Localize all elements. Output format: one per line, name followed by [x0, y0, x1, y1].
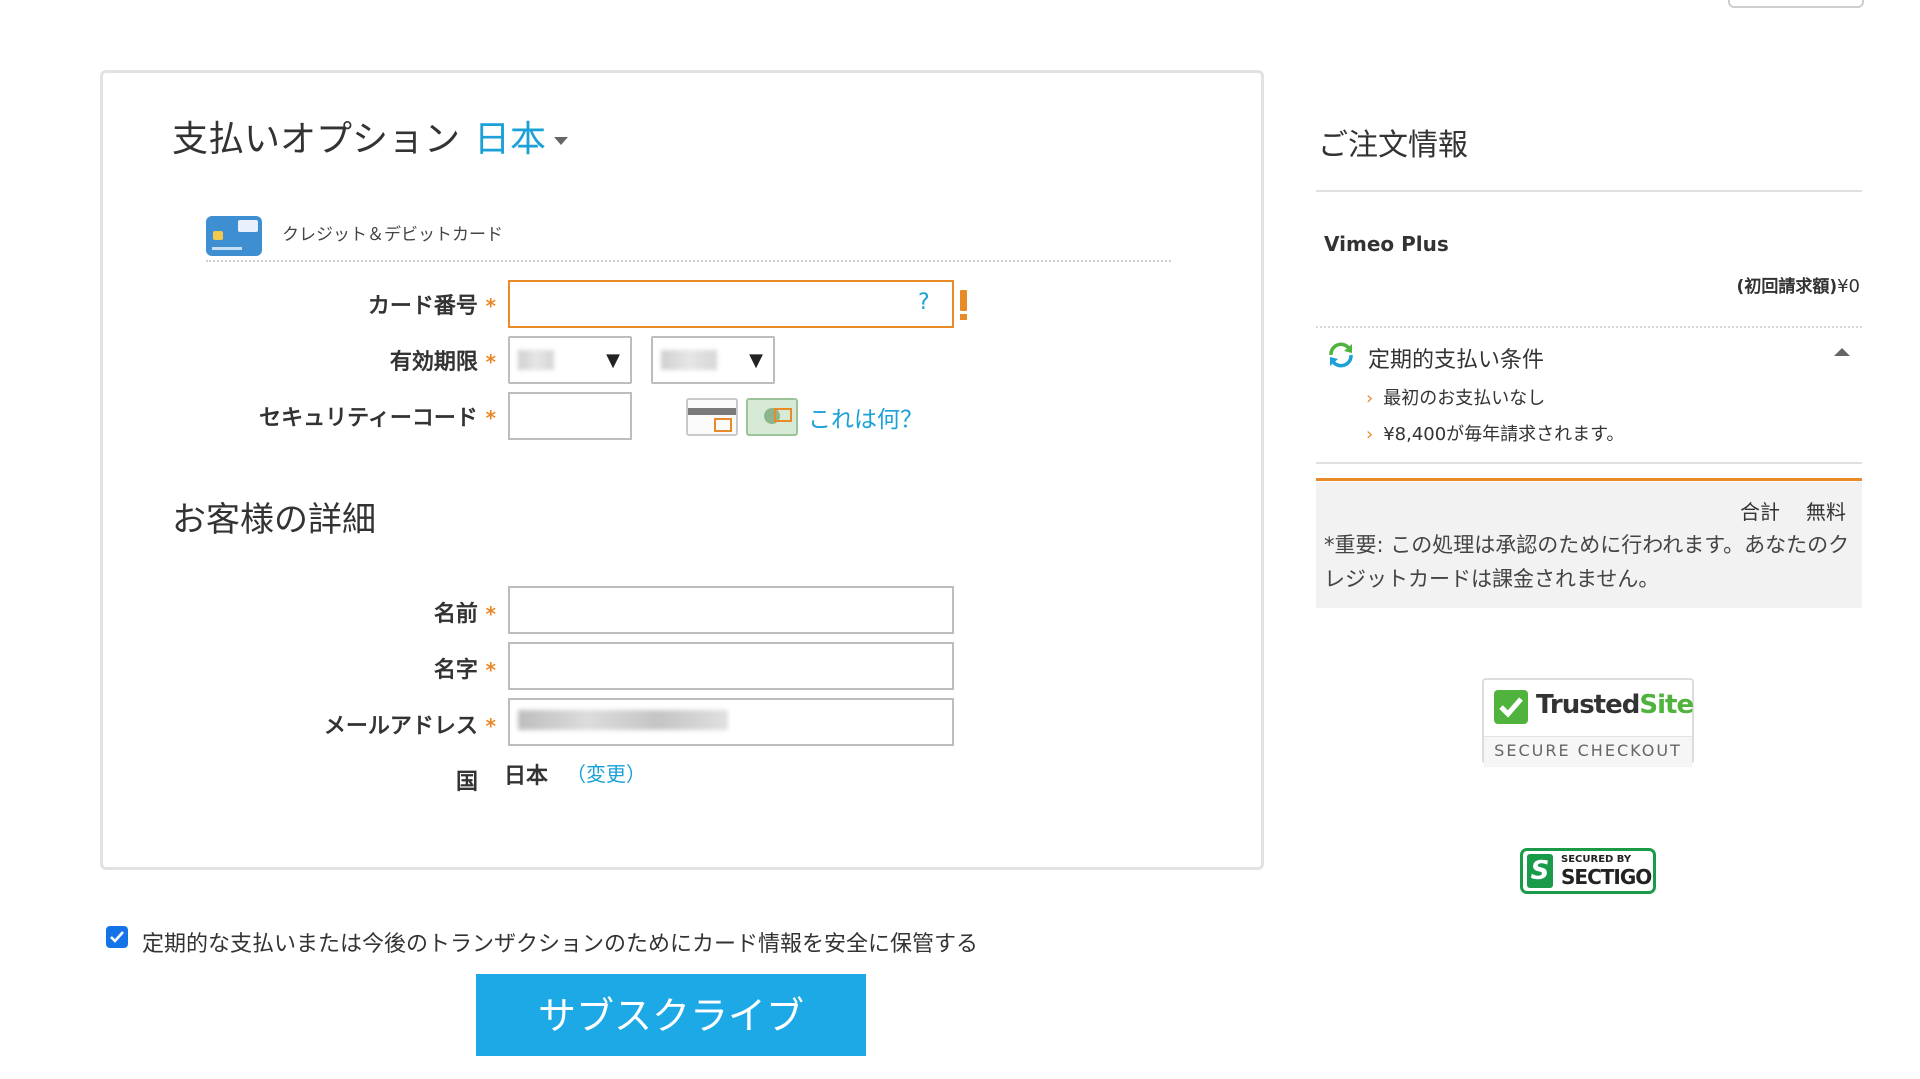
- caret-down-icon[interactable]: [554, 137, 569, 145]
- divider: [206, 260, 1171, 262]
- product-name: Vimeo Plus: [1324, 232, 1449, 256]
- email-label: メールアドレス *: [260, 708, 496, 740]
- expiry-label-text: 有効期限: [389, 350, 478, 375]
- required-mark: *: [485, 406, 496, 430]
- divider: [1316, 326, 1862, 328]
- first-name-label-text: 名前: [433, 602, 478, 627]
- first-charge: (初回請求額)¥0: [1470, 272, 1860, 297]
- subscribe-button[interactable]: サブスクライブ: [476, 974, 866, 1056]
- country-selector[interactable]: 日本: [474, 119, 546, 160]
- last-name-label-text: 名字: [433, 658, 478, 683]
- total-row: 合計 無料: [1740, 496, 1846, 525]
- required-mark: *: [485, 658, 496, 682]
- important-note: *重要: この処理は承認のために行われます。あなたのクレジットカードは課金されま…: [1324, 533, 1850, 591]
- first-name-label: 名前 *: [300, 596, 496, 628]
- email-input[interactable]: [508, 698, 954, 746]
- first-charge-label: (初回請求額): [1736, 277, 1838, 297]
- save-card-checkbox[interactable]: [106, 926, 128, 948]
- expiry-month-select[interactable]: ▼: [508, 336, 632, 384]
- total-value: 無料: [1806, 500, 1846, 524]
- total-label: 合計: [1740, 500, 1780, 524]
- recurring-terms-title[interactable]: 定期的支払い条件: [1368, 342, 1544, 374]
- payment-method-label: クレジット＆デビットカード: [282, 225, 503, 245]
- top-right-button[interactable]: [1728, 0, 1864, 8]
- what-is-this-link[interactable]: これは何？: [808, 400, 923, 434]
- order-title: ご注文情報: [1318, 128, 1468, 163]
- security-code-label: セキュリティーコード *: [230, 400, 496, 432]
- country-value: 日本: [504, 764, 549, 789]
- checkmark-icon: [1494, 690, 1528, 724]
- first-charge-value: ¥0: [1837, 276, 1860, 297]
- required-mark: *: [485, 350, 496, 374]
- chevron-right-icon: ›: [1366, 388, 1374, 409]
- refresh-icon: [1326, 340, 1356, 374]
- trusted-word: Trusted: [1536, 690, 1640, 720]
- last-name-input[interactable]: [508, 642, 954, 690]
- payment-card: [100, 70, 1264, 870]
- recurring-item: › 最初のお支払いなし: [1366, 384, 1545, 410]
- site-word: Site: [1639, 690, 1694, 720]
- security-code-label-text: セキュリティーコード: [259, 406, 478, 431]
- save-card-label: 定期的な支払いまたは今後のトランザクションのためにカード情報を安全に保管する: [142, 932, 979, 957]
- customer-details-title: お客様の詳細: [172, 500, 376, 540]
- card-front-icon: [746, 398, 798, 436]
- sectigo-text: SECTIGO: [1561, 865, 1652, 889]
- last-name-label: 名字 *: [300, 652, 496, 684]
- card-back-icon: [686, 398, 738, 436]
- sectigo-logo-icon: S: [1527, 854, 1553, 888]
- payment-title: 支払いオプション 日本: [172, 110, 569, 162]
- credit-card-icon: [206, 216, 262, 256]
- recurring-item: › ¥8,400が毎年請求されます。: [1366, 420, 1624, 446]
- required-mark: *: [485, 294, 496, 318]
- chevron-down-icon: ▼: [749, 350, 763, 371]
- card-number-input[interactable]: [508, 280, 954, 328]
- secured-by-text: SECURED BY: [1561, 854, 1632, 865]
- chevron-down-icon: ▼: [606, 350, 620, 371]
- divider: [1316, 190, 1862, 192]
- first-name-input[interactable]: [508, 586, 954, 634]
- sectigo-badge[interactable]: S SECURED BY SECTIGO: [1520, 848, 1656, 894]
- expiry-label: 有効期限 *: [300, 344, 496, 376]
- expiry-year-select[interactable]: ▼: [651, 336, 775, 384]
- payment-title-text: 支払いオプション: [172, 119, 461, 160]
- recurring-item-text: ¥8,400が毎年請求されます。: [1383, 424, 1625, 445]
- email-label-text: メールアドレス: [323, 714, 478, 739]
- collapse-icon[interactable]: [1834, 348, 1850, 356]
- trustedsite-badge[interactable]: TrustedSite SECURE CHECKOUT: [1482, 678, 1694, 767]
- secure-checkout-text: SECURE CHECKOUT: [1484, 736, 1692, 767]
- country-label: 国: [455, 770, 478, 795]
- security-code-input[interactable]: [508, 392, 632, 440]
- change-country-link[interactable]: （変更）: [566, 758, 646, 787]
- warning-icon: [958, 290, 968, 320]
- check-icon: [110, 931, 124, 943]
- card-number-label-text: カード番号: [367, 294, 478, 319]
- total-divider: [1316, 478, 1862, 481]
- card-number-label: カード番号 *: [300, 288, 496, 320]
- divider: [1316, 462, 1862, 464]
- recurring-item-text: 最初のお支払いなし: [1383, 388, 1546, 409]
- card-help-icon[interactable]: ?: [918, 290, 930, 315]
- chevron-right-icon: ›: [1366, 424, 1374, 445]
- required-mark: *: [485, 714, 496, 738]
- required-mark: *: [485, 602, 496, 626]
